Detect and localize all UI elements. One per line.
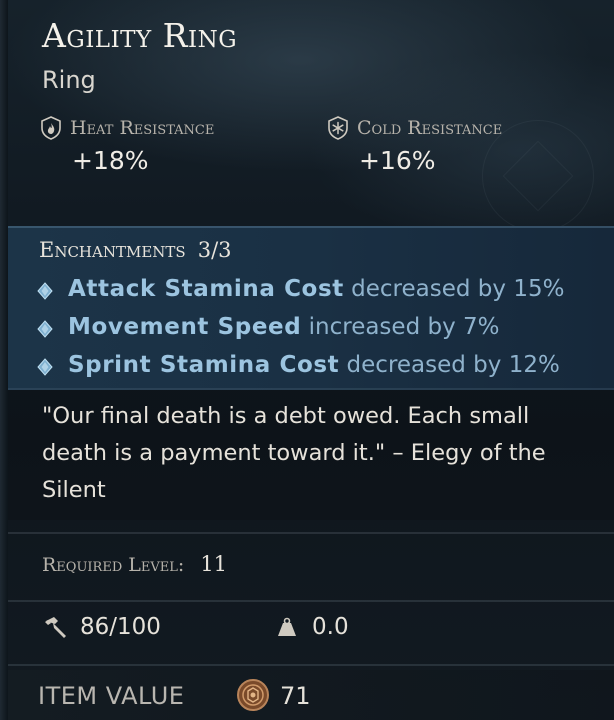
divider	[8, 600, 614, 602]
enchantments-count: 3/3	[197, 238, 232, 262]
enchantments-panel: Enchantments 3/3 Attack Stamina Cost dec…	[8, 226, 614, 390]
enchantment-desc: increased by 7%	[308, 314, 500, 340]
enchant-gem-icon	[36, 318, 54, 338]
cold-resistance-label: Cold Resistance	[357, 117, 503, 139]
enchantment-desc: decreased by 15%	[351, 276, 565, 302]
enchantment-desc: decreased by 12%	[346, 352, 560, 378]
coin-icon	[236, 678, 270, 712]
enchantments-title: Enchantments	[39, 238, 186, 262]
heat-resistance-label: Heat Resistance	[70, 117, 215, 139]
item-value-label: ITEM VALUE	[38, 682, 185, 710]
enchant-gem-icon	[36, 280, 54, 300]
heat-resistance: Heat Resistance +18%	[40, 116, 214, 175]
enchantment-name: Attack Stamina Cost	[68, 276, 344, 302]
durability-value: 86/100	[80, 614, 161, 640]
required-level-value: 11	[200, 552, 228, 576]
cold-resistance-value: +16%	[359, 146, 436, 175]
tooltip-left-edge	[0, 0, 8, 720]
weight-stat: 0.0	[274, 614, 349, 640]
enchantments-header: Enchantments 3/3	[39, 238, 232, 262]
enchantment-row: Sprint Stamina Cost decreased by 12%	[36, 352, 560, 378]
divider	[8, 532, 614, 534]
enchantment-name: Movement Speed	[68, 314, 302, 340]
cold-resistance: Cold Resistance +16%	[327, 116, 502, 175]
enchant-gem-icon	[36, 356, 54, 376]
item-name: Agility Ring	[42, 16, 238, 55]
enchantment-row: Attack Stamina Cost decreased by 15%	[36, 276, 564, 302]
hammer-icon	[42, 614, 68, 640]
required-level: Required Level: 11	[42, 552, 227, 576]
flame-shield-icon	[40, 116, 62, 140]
enchantment-name: Sprint Stamina Cost	[68, 352, 340, 378]
durability-stat: 86/100	[42, 614, 161, 640]
item-value-amount: 71	[280, 682, 311, 710]
item-type: Ring	[42, 66, 96, 94]
weight-value: 0.0	[312, 614, 349, 640]
item-value-row: ITEM VALUE 71	[8, 670, 614, 720]
heat-resistance-value: +18%	[72, 146, 149, 175]
item-tooltip: Agility Ring Ring Heat Resistance +18% C…	[0, 0, 614, 720]
weight-icon	[274, 614, 300, 640]
enchantment-row: Movement Speed increased by 7%	[36, 314, 500, 340]
snowflake-shield-icon	[327, 116, 349, 140]
required-level-label: Required Level:	[42, 554, 185, 576]
divider	[8, 664, 614, 666]
lore-text: "Our final death is a debt owed. Each sm…	[42, 403, 546, 503]
